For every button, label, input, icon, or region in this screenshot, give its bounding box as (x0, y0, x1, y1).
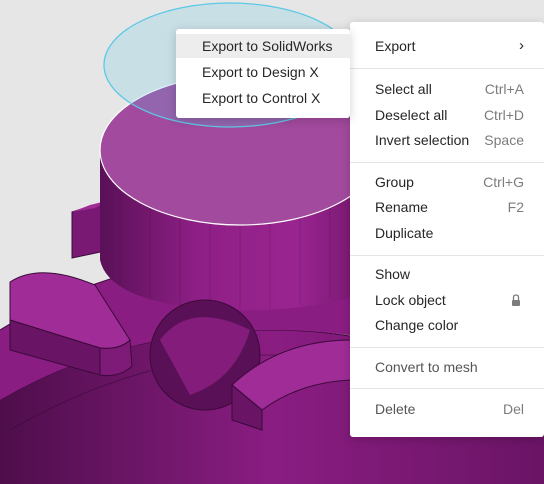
menu-item-label: Show (375, 266, 411, 282)
menu-item-deselect-all[interactable]: Deselect all Ctrl+D (350, 102, 544, 128)
shortcut-label: Ctrl+G (483, 174, 524, 190)
menu-item-label: Export (375, 38, 416, 54)
menu-item-label: Delete (375, 401, 416, 417)
submenu-item-label: Export to Design X (202, 64, 319, 80)
submenu-item-export-control-x[interactable]: Export to Control X (176, 86, 350, 110)
menu-separator (350, 68, 544, 69)
shortcut-label: F2 (507, 199, 524, 215)
menu-item-label: Deselect all (375, 107, 448, 123)
menu-item-label: Select all (375, 81, 432, 97)
submenu-item-label: Export to SolidWorks (202, 38, 333, 54)
menu-item-select-all[interactable]: Select all Ctrl+A (350, 76, 544, 102)
menu-separator (350, 388, 544, 389)
shortcut-label: Ctrl+A (484, 81, 524, 97)
submenu-item-export-solidworks[interactable]: Export to SolidWorks (176, 34, 350, 58)
menu-item-delete[interactable]: Delete Del (350, 396, 544, 422)
menu-separator (350, 162, 544, 163)
shortcut-label: Ctrl+D (483, 107, 524, 123)
menu-item-convert-to-mesh[interactable]: Convert to mesh (350, 354, 544, 380)
menu-item-label: Group (375, 174, 414, 190)
menu-item-label: Duplicate (375, 225, 434, 241)
export-submenu: Export to SolidWorks Export to Design X … (176, 29, 350, 118)
menu-item-group[interactable]: Group Ctrl+G (350, 169, 544, 195)
menu-item-label: Invert selection (375, 132, 470, 148)
menu-item-duplicate[interactable]: Duplicate (350, 220, 544, 246)
menu-item-label: Convert to mesh (375, 359, 478, 375)
menu-separator (350, 255, 544, 256)
menu-separator (350, 347, 544, 348)
menu-item-export[interactable]: Export › (350, 33, 544, 59)
shortcut-label: Space (484, 132, 524, 148)
menu-item-invert-selection[interactable]: Invert selection Space (350, 127, 544, 153)
menu-item-show[interactable]: Show (350, 261, 544, 287)
shortcut-label: Del (502, 401, 524, 417)
menu-item-change-color[interactable]: Change color (350, 312, 544, 338)
submenu-item-label: Export to Control X (202, 90, 321, 106)
lock-icon (512, 294, 520, 306)
menu-item-label: Rename (375, 199, 428, 215)
context-menu: Export › Select all Ctrl+A Deselect all … (350, 22, 544, 437)
submenu-item-export-design-x[interactable]: Export to Design X (176, 60, 350, 84)
menu-item-lock-object[interactable]: Lock object (350, 287, 544, 313)
menu-item-rename[interactable]: Rename F2 (350, 194, 544, 220)
chevron-right-icon: › (519, 37, 524, 54)
menu-item-label: Lock object (375, 292, 446, 308)
menu-item-label: Change color (375, 317, 459, 333)
